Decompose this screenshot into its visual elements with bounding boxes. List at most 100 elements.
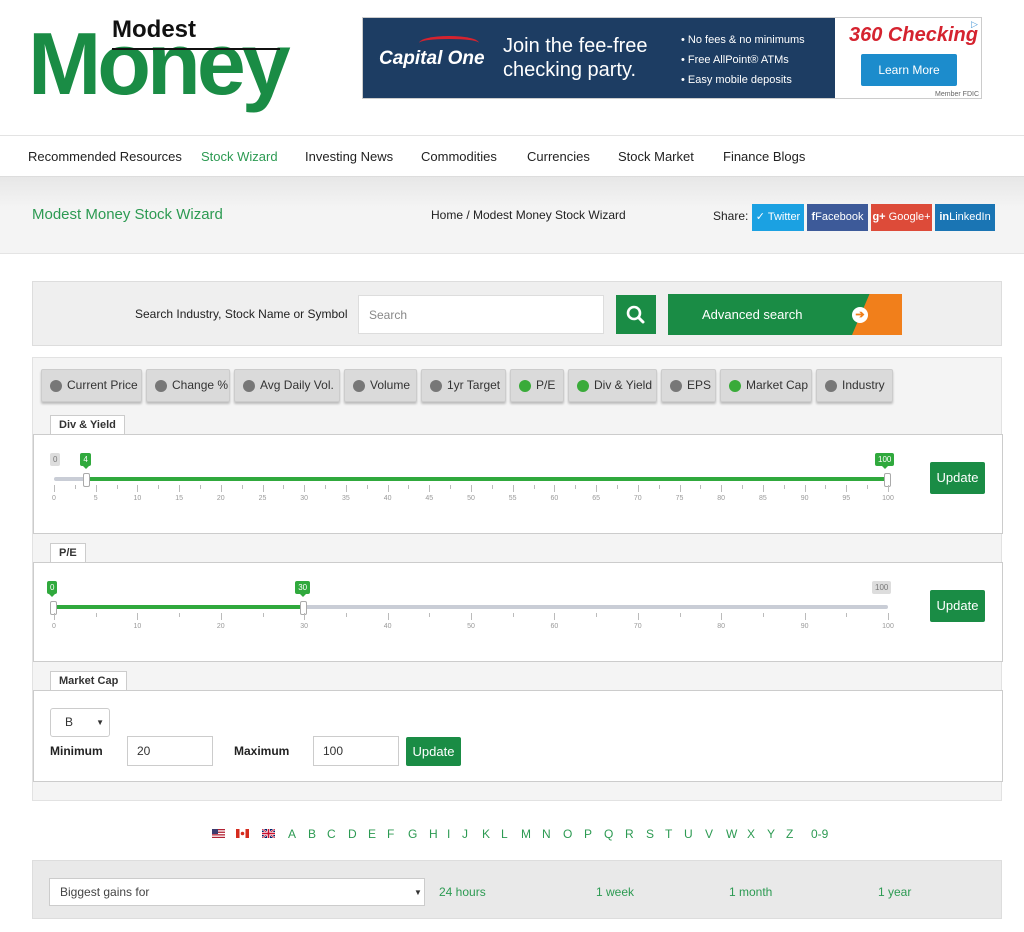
breadcrumb[interactable]: Home / Modest Money Stock Wizard xyxy=(431,208,626,222)
nav-item-commodities[interactable]: Commodities xyxy=(421,149,497,164)
alphabet-letter-y[interactable]: Y xyxy=(767,827,775,841)
toggle-dot-icon xyxy=(430,380,442,392)
logo-top-word: Modest xyxy=(112,16,196,43)
slider-tick xyxy=(387,485,389,492)
alphabet-letter-f[interactable]: F xyxy=(387,827,394,841)
filter-tab-industry[interactable]: Industry xyxy=(816,369,893,402)
filter-tab-div-yield[interactable]: Div & Yield xyxy=(568,369,657,402)
us-flag-icon[interactable] xyxy=(212,829,225,838)
filter-tab-avg-daily-vol[interactable]: Avg Daily Vol. xyxy=(234,369,340,402)
slider-tick xyxy=(429,613,431,617)
minimum-label: Minimum xyxy=(50,744,103,758)
uk-flag-icon[interactable] xyxy=(262,829,275,838)
alphabet-letter-v[interactable]: V xyxy=(705,827,713,841)
share-facebook-button[interactable]: fFacebook xyxy=(807,204,868,231)
alphabet-letter-h[interactable]: H xyxy=(429,827,438,841)
maximum-input[interactable]: 100 xyxy=(313,736,399,766)
div-yield-slider[interactable]: 0 100 4 100 0 5 10 15 20 25 30 35 40 45 50 55 60 65 70 75 80… xyxy=(50,453,895,513)
alphabet-letter-l[interactable]: L xyxy=(501,827,508,841)
slider-tick-label: 5 xyxy=(93,495,98,502)
nav-item-stock-wizard[interactable]: Stock Wizard xyxy=(201,149,278,164)
ad-choices-icon[interactable]: ▷ xyxy=(971,19,981,29)
alphabet-letter-u[interactable]: U xyxy=(684,827,693,841)
alphabet-letter-k[interactable]: K xyxy=(482,827,490,841)
slider-low-handle[interactable] xyxy=(83,473,91,487)
alphabet-letter-t[interactable]: T xyxy=(665,827,672,841)
search-input[interactable] xyxy=(358,295,604,334)
slider-tick xyxy=(491,485,493,489)
period-link-24-hours[interactable]: 24 hours xyxy=(439,885,486,899)
slider-tick xyxy=(304,485,306,492)
filter-tab-pe[interactable]: P/E xyxy=(510,369,564,402)
alphabet-letter-r[interactable]: R xyxy=(625,827,634,841)
alphabet-letter-g[interactable]: G xyxy=(408,827,417,841)
slider-tick xyxy=(596,613,598,617)
alphabet-letter-d[interactable]: D xyxy=(348,827,357,841)
alphabet-letter-o[interactable]: O xyxy=(563,827,572,841)
slider-tick xyxy=(199,485,201,489)
slider-high-value: 100 xyxy=(875,453,895,469)
alphabet-letter-0-9[interactable]: 0-9 xyxy=(811,827,828,841)
period-link-1-week[interactable]: 1 week xyxy=(596,885,634,899)
slider-high-value: 30 xyxy=(295,581,311,597)
ad-learn-more-button[interactable]: Learn More xyxy=(861,54,957,86)
search-button[interactable] xyxy=(616,295,656,334)
alphabet-letter-q[interactable]: Q xyxy=(604,827,613,841)
filter-tab-current-price[interactable]: Current Price xyxy=(41,369,142,402)
alphabet-letter-s[interactable]: S xyxy=(646,827,654,841)
nav-item-finance-blogs[interactable]: Finance Blogs xyxy=(723,149,805,164)
minimum-input[interactable]: 20 xyxy=(127,736,213,766)
main-nav: Recommended Resources Stock Wizard Inves… xyxy=(0,135,1024,176)
alphabet-letter-i[interactable]: I xyxy=(447,827,450,841)
filter-tab-change-pct[interactable]: Change % xyxy=(146,369,230,402)
nav-item-investing-news[interactable]: Investing News xyxy=(305,149,393,164)
filter-tab-label: 1yr Target xyxy=(447,378,501,392)
ad-brand-logo: Capital One xyxy=(379,36,485,70)
alphabet-letter-w[interactable]: W xyxy=(726,827,737,841)
slider-tick-label: 25 xyxy=(258,495,267,502)
alphabet-letter-m[interactable]: M xyxy=(521,827,531,841)
market-cap-unit-select[interactable]: B ▼ xyxy=(50,708,110,737)
site-logo[interactable]: Money Modest xyxy=(28,14,291,114)
alphabet-letter-z[interactable]: Z xyxy=(786,827,793,841)
advanced-search-button[interactable]: Advanced search ➔ xyxy=(668,294,902,335)
biggest-gains-select[interactable]: Biggest gains for xyxy=(49,878,425,906)
nav-item-recommended-resources[interactable]: Recommended Resources xyxy=(28,149,182,164)
canada-flag-icon[interactable] xyxy=(236,829,249,838)
ad-product: 360 Checking xyxy=(849,24,978,46)
alphabet-letter-b[interactable]: B xyxy=(308,827,316,841)
period-link-1-month[interactable]: 1 month xyxy=(729,885,772,899)
slider-tick xyxy=(74,485,76,489)
pe-update-button[interactable]: Update xyxy=(930,590,985,622)
filter-tab-1yr-target[interactable]: 1yr Target xyxy=(421,369,506,402)
market-cap-update-button[interactable]: Update xyxy=(406,737,461,766)
alphabet-letter-j[interactable]: J xyxy=(462,827,468,841)
slider-tick xyxy=(554,485,556,492)
div-yield-update-button[interactable]: Update xyxy=(930,462,985,494)
pe-section: 01000300102030405060708090100 Update xyxy=(33,562,1003,662)
filter-tab-market-cap[interactable]: Market Cap xyxy=(720,369,812,402)
share-google-plus-label: Google+ xyxy=(888,211,931,223)
slider-tick xyxy=(137,485,139,492)
advertisement-banner[interactable]: Capital One Join the fee-free checking p… xyxy=(362,17,982,99)
alphabet-letter-p[interactable]: P xyxy=(584,827,592,841)
share-twitter-button[interactable]: ✓ Twitter xyxy=(752,204,804,231)
filter-tab-volume[interactable]: Volume xyxy=(344,369,417,402)
ad-bullet: • Free AllPoint® ATMs xyxy=(681,54,789,66)
alphabet-letter-x[interactable]: X xyxy=(747,827,755,841)
ad-cta-panel: 360 Checking Learn More Member FDIC ▷ xyxy=(835,18,981,98)
filter-tab-label: Change % xyxy=(172,378,229,392)
alphabet-letter-c[interactable]: C xyxy=(327,827,336,841)
filter-tab-eps[interactable]: EPS xyxy=(661,369,716,402)
slider-tick xyxy=(387,613,389,620)
alphabet-letter-a[interactable]: A xyxy=(288,827,296,841)
slider-tick xyxy=(721,485,723,492)
alphabet-letter-e[interactable]: E xyxy=(368,827,376,841)
nav-item-currencies[interactable]: Currencies xyxy=(527,149,590,164)
pe-slider[interactable]: 01000300102030405060708090100 xyxy=(47,581,894,641)
alphabet-letter-n[interactable]: N xyxy=(542,827,551,841)
period-link-1-year[interactable]: 1 year xyxy=(878,885,911,899)
share-google-plus-button[interactable]: g+ Google+ xyxy=(871,204,932,231)
nav-item-stock-market[interactable]: Stock Market xyxy=(618,149,694,164)
share-linkedin-button[interactable]: inLinkedIn xyxy=(935,204,995,231)
